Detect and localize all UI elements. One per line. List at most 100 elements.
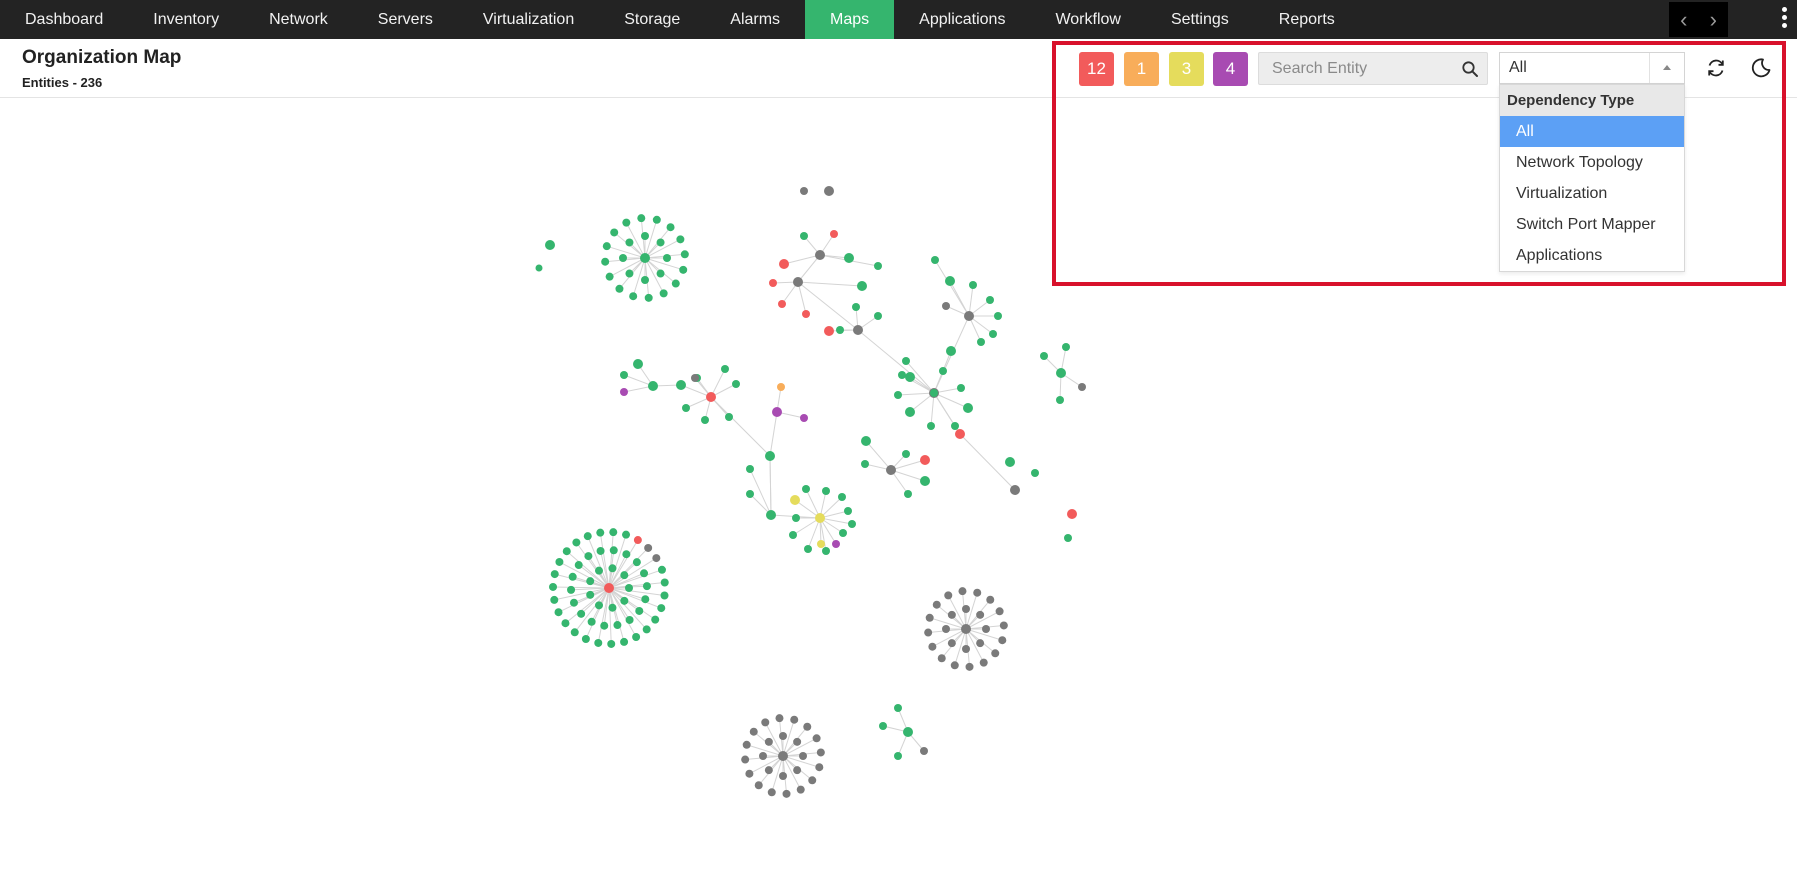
device-node[interactable] <box>945 276 955 286</box>
device-node[interactable] <box>625 238 634 247</box>
device-node[interactable] <box>764 737 773 746</box>
device-node[interactable] <box>925 613 934 622</box>
device-node[interactable] <box>562 547 571 556</box>
device-node[interactable] <box>905 372 915 382</box>
device-node[interactable] <box>927 422 935 430</box>
device-node[interactable] <box>879 722 887 730</box>
device-node[interactable] <box>570 628 579 637</box>
device-node[interactable] <box>789 531 797 539</box>
device-node[interactable] <box>802 310 810 318</box>
device-node[interactable] <box>568 572 577 581</box>
device-node[interactable] <box>894 704 902 712</box>
device-node[interactable] <box>822 547 830 555</box>
device-node[interactable] <box>640 569 649 578</box>
device-node[interactable] <box>596 528 605 537</box>
device-node[interactable] <box>857 281 867 291</box>
device-node[interactable] <box>652 554 661 563</box>
device-node[interactable] <box>962 605 970 613</box>
nav-servers[interactable]: Servers <box>353 0 458 39</box>
device-node[interactable] <box>594 638 603 647</box>
device-node[interactable] <box>761 718 770 727</box>
device-node[interactable] <box>679 265 688 274</box>
device-node[interactable] <box>691 374 699 382</box>
device-node[interactable] <box>676 380 686 390</box>
device-node[interactable] <box>1078 383 1086 391</box>
device-node[interactable] <box>894 752 902 760</box>
device-node[interactable] <box>812 734 821 743</box>
device-node[interactable] <box>595 566 603 575</box>
device-node[interactable] <box>633 359 643 369</box>
device-node[interactable] <box>607 639 616 648</box>
device-node[interactable] <box>942 625 950 633</box>
service-down-alarm-badge[interactable]: 4 <box>1213 52 1248 86</box>
device-node[interactable] <box>838 493 846 501</box>
device-node[interactable] <box>767 788 776 797</box>
device-node[interactable] <box>745 769 754 778</box>
device-node[interactable] <box>587 617 596 626</box>
device-node[interactable] <box>793 277 803 287</box>
nav-reports[interactable]: Reports <box>1254 0 1360 39</box>
device-node[interactable] <box>793 766 802 775</box>
device-node[interactable] <box>581 635 590 644</box>
device-node[interactable] <box>905 407 915 417</box>
device-node[interactable] <box>584 552 593 561</box>
device-node[interactable] <box>746 490 754 498</box>
device-node[interactable] <box>682 404 690 412</box>
device-node[interactable] <box>816 748 825 757</box>
device-node[interactable] <box>620 388 628 396</box>
device-node[interactable] <box>920 747 928 755</box>
device-node[interactable] <box>561 619 570 628</box>
device-node[interactable] <box>640 253 650 263</box>
device-node[interactable] <box>962 645 970 653</box>
device-node[interactable] <box>648 381 658 391</box>
device-node[interactable] <box>779 772 787 780</box>
select-toggle[interactable] <box>1649 53 1684 83</box>
device-node[interactable] <box>815 250 825 260</box>
device-node[interactable] <box>836 326 844 334</box>
device-node[interactable] <box>1040 352 1048 360</box>
device-node[interactable] <box>1056 396 1064 404</box>
device-node[interactable] <box>832 540 840 548</box>
device-node[interactable] <box>1064 534 1072 542</box>
critical-alarm-badge[interactable]: 12 <box>1079 52 1114 86</box>
device-node[interactable] <box>769 279 777 287</box>
device-node[interactable] <box>790 715 799 724</box>
device-node[interactable] <box>775 714 784 723</box>
device-node[interactable] <box>790 495 800 505</box>
device-node[interactable] <box>583 532 592 541</box>
device-node[interactable] <box>660 578 669 587</box>
device-node[interactable] <box>817 540 825 548</box>
device-node[interactable] <box>637 214 646 223</box>
device-node[interactable] <box>652 215 661 224</box>
device-node[interactable] <box>830 230 838 238</box>
device-node[interactable] <box>609 528 618 537</box>
device-node[interactable] <box>569 598 578 607</box>
device-node[interactable] <box>902 450 910 458</box>
device-node[interactable] <box>572 538 581 547</box>
device-node[interactable] <box>600 621 609 630</box>
device-node[interactable] <box>721 365 729 373</box>
device-node[interactable] <box>931 256 939 264</box>
device-node[interactable] <box>994 312 1002 320</box>
trouble-alarm-badge[interactable]: 1 <box>1124 52 1159 86</box>
device-node[interactable] <box>799 752 807 760</box>
device-node[interactable] <box>808 776 817 785</box>
device-node[interactable] <box>986 296 994 304</box>
device-node[interactable] <box>765 451 775 461</box>
device-node[interactable] <box>802 485 810 493</box>
device-node[interactable] <box>800 414 808 422</box>
device-node[interactable] <box>939 367 947 375</box>
device-node[interactable] <box>746 465 754 473</box>
device-node[interactable] <box>659 289 668 298</box>
device-node[interactable] <box>549 582 558 591</box>
device-node[interactable] <box>989 330 997 338</box>
device-node[interactable] <box>642 582 651 591</box>
device-node[interactable] <box>764 766 773 775</box>
device-node[interactable] <box>932 600 941 609</box>
device-node[interactable] <box>641 276 649 284</box>
device-node[interactable] <box>657 604 666 613</box>
device-node[interactable] <box>620 637 629 646</box>
device-node[interactable] <box>633 536 642 545</box>
device-node[interactable] <box>937 654 946 663</box>
moon-icon[interactable] <box>1749 56 1773 80</box>
